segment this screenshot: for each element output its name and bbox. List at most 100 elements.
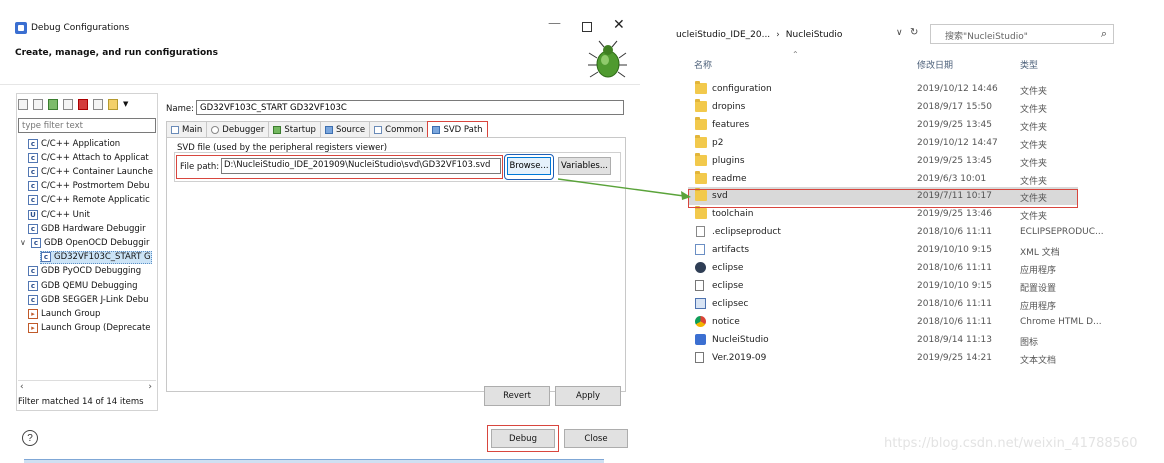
folder-icon — [695, 81, 707, 94]
c-launch-icon: c — [28, 181, 38, 192]
console-exe-icon — [695, 297, 706, 309]
cu-icon: U — [28, 209, 38, 220]
tree-item[interactable]: ▸ Launch Group (Deprecate — [28, 322, 151, 335]
tree-item[interactable]: c C/C++ Application — [28, 137, 120, 150]
file-name: plugins — [712, 155, 745, 166]
tree-item[interactable]: c GDB Hardware Debuggir — [28, 222, 146, 235]
folder-icon — [695, 152, 707, 166]
file-row[interactable]: features 2019/9/25 13:45 文件夹 — [688, 116, 1078, 134]
file-row[interactable]: notice 2018/10/6 11:11 Chrome HTML D... — [688, 313, 1102, 331]
xml-file-icon — [695, 244, 705, 256]
file-date: 2018/10/6 11:11 — [917, 263, 992, 273]
file-name: p2 — [712, 137, 724, 148]
close-icon[interactable]: ✕ — [613, 17, 625, 33]
apply-button[interactable]: Apply — [555, 386, 621, 406]
c-launch-icon: c — [28, 166, 38, 177]
watermark: https://blog.csdn.net/weixin_41788560 — [884, 436, 1138, 451]
file-row[interactable]: NucleiStudio 2018/9/14 11:13 图标 — [688, 331, 1078, 349]
file-row[interactable]: p2 2019/10/12 14:47 文件夹 — [688, 134, 1078, 152]
file-row[interactable]: readme 2019/6/3 10:01 文件夹 — [688, 170, 1078, 188]
tree-item-label: GDB SEGGER J-Link Debu — [41, 294, 149, 305]
column-header-name[interactable]: 名称 — [694, 58, 712, 71]
launch-config-tree: c C/C++ Application c C/C++ Attach to Appli… — [18, 136, 156, 378]
file-row[interactable]: configuration 2019/10/12 14:46 文件夹 — [688, 80, 1078, 98]
tab-common[interactable]: Common — [369, 121, 429, 137]
tree-item[interactable]: c GDB SEGGER J-Link Debu — [28, 293, 149, 306]
file-date: 2019/6/3 10:01 — [917, 173, 987, 184]
c-launch-icon: c — [28, 138, 38, 149]
tree-item[interactable]: c C/C++ Container Launche — [28, 165, 153, 178]
browse-button[interactable]: Browse... — [507, 157, 551, 175]
new-config-icon[interactable] — [18, 98, 28, 110]
file-path-label: File path: — [180, 162, 220, 172]
tree-item-label: GDB QEMU Debugging — [41, 280, 138, 291]
search-input[interactable]: 搜索"NucleiStudio" ⌕ — [930, 24, 1114, 44]
tree-item[interactable]: ∨ c GDB OpenOCD Debuggir — [20, 236, 149, 249]
tree-item[interactable]: U C/C++ Unit — [28, 208, 90, 221]
tree-item[interactable]: c C/C++ Remote Applicatic — [28, 194, 150, 207]
duplicate-config-icon[interactable] — [63, 98, 73, 110]
tab-startup[interactable]: Startup — [268, 121, 321, 137]
chevron-down-icon[interactable]: ∨ — [896, 28, 903, 38]
dialog-heading: Create, manage, and run configurations — [15, 48, 218, 58]
minimize-icon[interactable]: — — [548, 16, 561, 31]
help-button[interactable]: ? — [22, 430, 38, 446]
tree-item[interactable]: c C/C++ Attach to Applicat — [28, 151, 149, 164]
file-name: eclipse — [712, 263, 744, 273]
maximize-icon[interactable] — [582, 22, 592, 32]
expand-arrow-icon[interactable]: ∨ — [20, 238, 28, 247]
file-type: XML 文档 — [1020, 248, 1060, 259]
tree-item-label: GDB OpenOCD Debuggir — [44, 237, 150, 248]
file-row[interactable]: eclipse 2019/10/10 9:15 配置设置 — [688, 277, 1078, 295]
file-row[interactable]: artifacts 2019/10/10 9:15 XML 文档 — [688, 241, 1078, 259]
delete-config-icon[interactable] — [78, 98, 88, 110]
file-type: 文件夹 — [1020, 158, 1048, 169]
config-name-input[interactable] — [196, 100, 624, 115]
file-date: 2019/10/12 14:46 — [917, 84, 998, 94]
debug-button[interactable]: Debug — [491, 429, 555, 448]
tree-item[interactable]: c GD32VF103C_START G — [40, 250, 152, 264]
tree-item[interactable]: c C/C++ Postmortem Debu — [28, 180, 150, 193]
file-row[interactable]: dropins 2018/9/17 15:50 文件夹 — [688, 98, 1078, 116]
nuclei-icon — [695, 333, 706, 345]
tab-main[interactable]: Main — [166, 121, 208, 137]
close-button[interactable]: Close — [564, 429, 628, 448]
file-path-input[interactable]: D:\NucleiStudio_IDE_201909\NucleiStudio\… — [221, 158, 501, 174]
chevron-down-icon[interactable]: ▼ — [123, 100, 128, 108]
search-icon[interactable]: ⌕ — [1101, 27, 1107, 41]
file-icon — [696, 226, 705, 238]
tab-svd-path[interactable]: SVD Path — [427, 121, 488, 137]
tab-debugger[interactable]: Debugger — [206, 121, 270, 137]
new-prototype-icon[interactable] — [33, 98, 43, 110]
file-row[interactable]: eclipse 2018/10/6 11:11 应用程序 — [688, 259, 1078, 277]
tree-horizontal-scrollbar[interactable]: ‹ › — [18, 380, 156, 392]
scroll-right-icon[interactable]: › — [148, 382, 152, 392]
file-type: 文件夹 — [1020, 122, 1048, 133]
tab-label: Startup — [284, 124, 316, 135]
scroll-left-icon[interactable]: ‹ — [20, 382, 24, 392]
file-row[interactable]: .eclipseproduct 2018/10/6 11:11 ECLIPSEPRO… — [688, 223, 1104, 241]
nuclei-app-icon — [15, 22, 27, 34]
chevron-right-icon[interactable]: › — [776, 30, 780, 40]
revert-button[interactable]: Revert — [484, 386, 550, 406]
tree-item[interactable]: ▸ Launch Group — [28, 307, 100, 320]
refresh-icon[interactable]: ↻ — [910, 27, 918, 38]
file-date: 2018/9/17 15:50 — [917, 101, 992, 112]
tree-item-label: GDB PyOCD Debugging — [41, 266, 142, 277]
breadcrumb-segment[interactable]: NucleiStudio — [786, 30, 843, 40]
file-row[interactable]: plugins 2019/9/25 13:45 文件夹 — [688, 152, 1078, 170]
tree-item[interactable]: c GDB PyOCD Debugging — [28, 265, 141, 278]
file-row[interactable]: Ver.2019-09 2019/9/25 14:21 文本文档 — [688, 349, 1078, 367]
file-row[interactable]: eclipsec 2018/10/6 11:11 应用程序 — [688, 295, 1078, 313]
tree-item[interactable]: c GDB QEMU Debugging — [28, 279, 137, 292]
tab-source[interactable]: Source — [319, 121, 371, 137]
filter-input[interactable] — [18, 118, 156, 133]
collapse-all-icon[interactable] — [93, 98, 103, 110]
column-header-type[interactable]: 类型 — [1020, 58, 1038, 71]
breadcrumb-segment[interactable]: ucleiStudio_IDE_20... — [676, 30, 770, 40]
tree-item-label: C/C++ Attach to Applicat — [41, 152, 149, 163]
filter-configs-icon[interactable] — [108, 98, 118, 110]
column-header-date[interactable]: 修改日期 — [917, 58, 953, 71]
export-config-icon[interactable] — [48, 98, 58, 110]
header-separator — [0, 84, 640, 85]
